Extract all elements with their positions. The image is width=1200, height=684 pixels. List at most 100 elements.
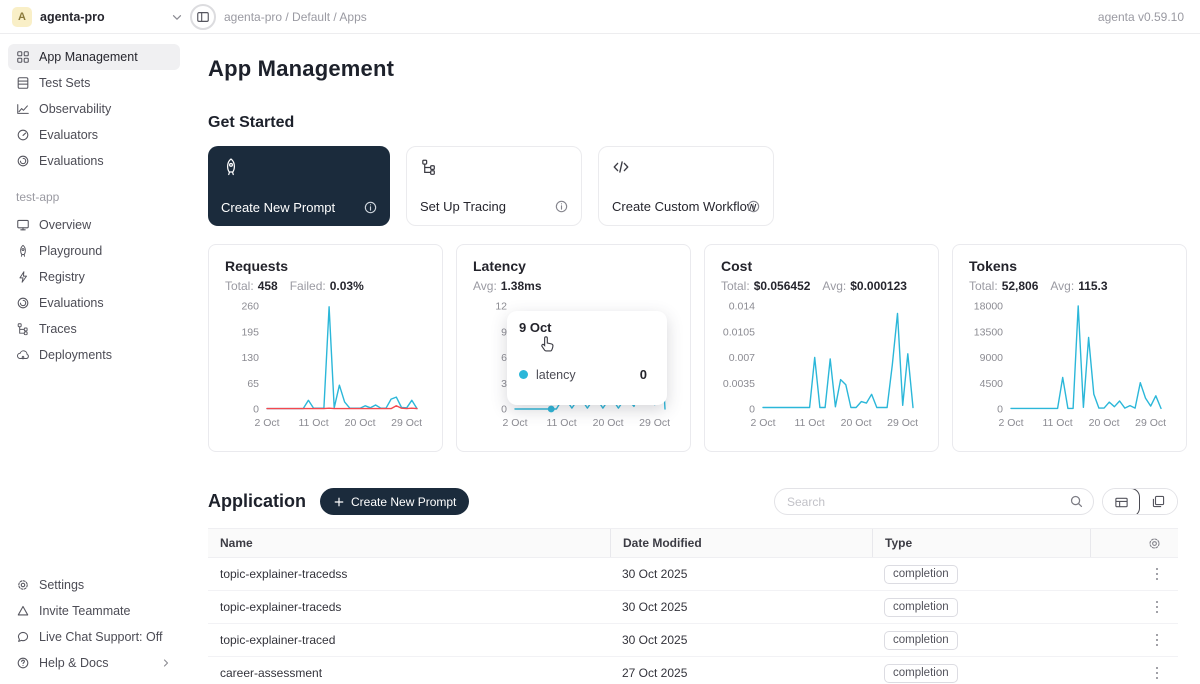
set-up-tracing-card[interactable]: Set Up Tracing <box>406 146 582 226</box>
sidebar-item-app-evaluations[interactable]: Evaluations <box>8 290 180 316</box>
cell-type: completion <box>872 664 1090 683</box>
svg-text:0.014: 0.014 <box>729 301 755 313</box>
svg-text:20 Oct: 20 Oct <box>841 417 872 429</box>
create-new-prompt-card[interactable]: Create New Prompt <box>208 146 390 226</box>
sidebar-item-playground[interactable]: Playground <box>8 238 180 264</box>
card-label: Set Up Tracing <box>420 199 506 214</box>
create-custom-workflow-card[interactable]: Create Custom Workflow <box>598 146 774 226</box>
cost-chart[interactable]: 00.00350.0070.01050.0142 Oct11 Oct20 Oct… <box>721 299 922 436</box>
workspace-name: agenta-pro <box>40 10 105 24</box>
search-icon[interactable] <box>1069 494 1084 514</box>
svg-text:12: 12 <box>495 301 507 313</box>
workspace-selector[interactable]: A agenta-pro <box>12 7 184 27</box>
svg-text:4500: 4500 <box>980 378 1004 390</box>
chart-stats: Total:$0.056452Avg:$0.000123 <box>721 279 922 293</box>
card-label: Create Custom Workflow <box>612 199 756 214</box>
sidebar-item-evaluators[interactable]: Evaluators <box>8 122 180 148</box>
svg-text:29 Oct: 29 Oct <box>639 417 670 429</box>
panel-left-icon <box>196 10 210 24</box>
column-header-type[interactable]: Type <box>872 529 1090 557</box>
version-label: agenta v0.59.10 <box>1098 10 1184 24</box>
app-root: A agenta-pro agenta-pro / Default / Apps… <box>0 0 1200 684</box>
chart-stats: Total:52,806Avg:115.3 <box>969 279 1170 293</box>
svg-text:11 Oct: 11 Oct <box>298 417 328 429</box>
tooltip-series-name: latency <box>536 368 576 382</box>
search-box <box>774 488 1094 515</box>
sidebar-toggle-button[interactable] <box>190 4 216 30</box>
cell-name: career-assessment <box>208 666 610 680</box>
svg-text:0: 0 <box>749 404 755 416</box>
breadcrumb[interactable]: agenta-pro / Default / Apps <box>224 10 367 24</box>
sidebar-item-label: Deployments <box>39 348 112 362</box>
svg-text:2 Oct: 2 Oct <box>502 417 527 429</box>
card-view-button[interactable] <box>1139 489 1177 514</box>
column-header-name[interactable]: Name <box>208 529 610 557</box>
page-title: App Management <box>208 56 1178 82</box>
sidebar-item-live-chat-support[interactable]: Live Chat Support: Off <box>8 624 180 650</box>
sidebar-item-traces[interactable]: Traces <box>8 316 180 342</box>
cell-date: 30 Oct 2025 <box>610 600 872 614</box>
sidebar-item-help-docs[interactable]: Help & Docs <box>8 650 180 676</box>
table-view-button[interactable] <box>1102 488 1140 515</box>
create-button-label: Create New Prompt <box>351 495 456 509</box>
info-icon[interactable] <box>554 199 569 214</box>
sidebar-item-invite-teammate[interactable]: Invite Teammate <box>8 598 180 624</box>
type-badge: completion <box>884 664 958 683</box>
topbar: A agenta-pro agenta-pro / Default / Apps… <box>0 0 1200 34</box>
sidebar-item-label: Playground <box>39 244 102 258</box>
tooltip-date: 9 Oct <box>519 320 655 335</box>
hand-cursor-icon <box>539 335 557 358</box>
sidebar-app-section-label: test-app <box>16 190 172 204</box>
sidebar-item-settings[interactable]: Settings <box>8 572 180 598</box>
sidebar-item-label: Evaluators <box>39 128 98 142</box>
tooltip-series-row: latency 0 <box>519 367 655 382</box>
svg-text:0: 0 <box>501 404 507 416</box>
svg-text:11 Oct: 11 Oct <box>546 417 576 429</box>
type-badge: completion <box>884 598 958 617</box>
more-actions-icon[interactable] <box>1156 601 1159 614</box>
cell-date: 30 Oct 2025 <box>610 633 872 647</box>
svg-text:195: 195 <box>241 326 259 338</box>
gear-icon[interactable] <box>1147 536 1162 551</box>
search-input[interactable] <box>774 488 1094 515</box>
info-icon[interactable] <box>746 199 761 214</box>
more-actions-icon[interactable] <box>1156 568 1159 581</box>
cost-chart-card: Cost Total:$0.056452Avg:$0.000123 00.003… <box>704 244 939 452</box>
workspace-avatar: A <box>12 7 32 27</box>
sidebar-item-test-sets[interactable]: Test Sets <box>8 70 180 96</box>
info-icon[interactable] <box>363 200 378 215</box>
sidebar-item-overview[interactable]: Overview <box>8 212 180 238</box>
sidebar-item-deployments[interactable]: Deployments <box>8 342 180 368</box>
requests-chart[interactable]: 0651301952602 Oct11 Oct20 Oct29 Oct <box>225 299 426 436</box>
sidebar-item-evaluations[interactable]: Evaluations <box>8 148 180 174</box>
svg-text:29 Oct: 29 Oct <box>887 417 918 429</box>
card-label: Create New Prompt <box>221 200 335 215</box>
table-row[interactable]: topic-explainer-traced 30 Oct 2025 compl… <box>208 624 1178 657</box>
chart-tooltip: 9 Oct latency 0 <box>507 311 667 405</box>
table-row[interactable]: career-assessment 27 Oct 2025 completion <box>208 657 1178 684</box>
sidebar-item-observability[interactable]: Observability <box>8 96 180 122</box>
sidebar-item-label: Invite Teammate <box>39 604 130 618</box>
column-header-date-modified[interactable]: Date Modified <box>610 529 872 557</box>
table-row[interactable]: topic-explainer-tracedss 30 Oct 2025 com… <box>208 558 1178 591</box>
cell-name: topic-explainer-traced <box>208 633 610 647</box>
svg-text:2 Oct: 2 Oct <box>254 417 279 429</box>
table-row[interactable]: topic-explainer-traceds 30 Oct 2025 comp… <box>208 591 1178 624</box>
create-new-prompt-button[interactable]: Create New Prompt <box>320 488 469 515</box>
get-started-title: Get Started <box>208 114 1178 132</box>
tokens-chart[interactable]: 04500900013500180002 Oct11 Oct20 Oct29 O… <box>969 299 1170 436</box>
more-actions-icon[interactable] <box>1156 667 1159 680</box>
svg-text:18000: 18000 <box>974 301 1003 313</box>
traces-icon <box>16 322 30 336</box>
test-sets-icon <box>16 76 30 90</box>
more-actions-icon[interactable] <box>1156 634 1159 647</box>
sidebar-item-registry[interactable]: Registry <box>8 264 180 290</box>
svg-text:260: 260 <box>241 301 259 313</box>
monitor-icon <box>16 218 30 232</box>
view-mode-toggle <box>1102 488 1178 515</box>
sidebar-item-app-management[interactable]: App Management <box>8 44 180 70</box>
svg-text:2 Oct: 2 Oct <box>750 417 775 429</box>
cell-name: topic-explainer-traceds <box>208 600 610 614</box>
evaluations-icon <box>16 154 30 168</box>
sidebar-item-label: Observability <box>39 102 111 116</box>
